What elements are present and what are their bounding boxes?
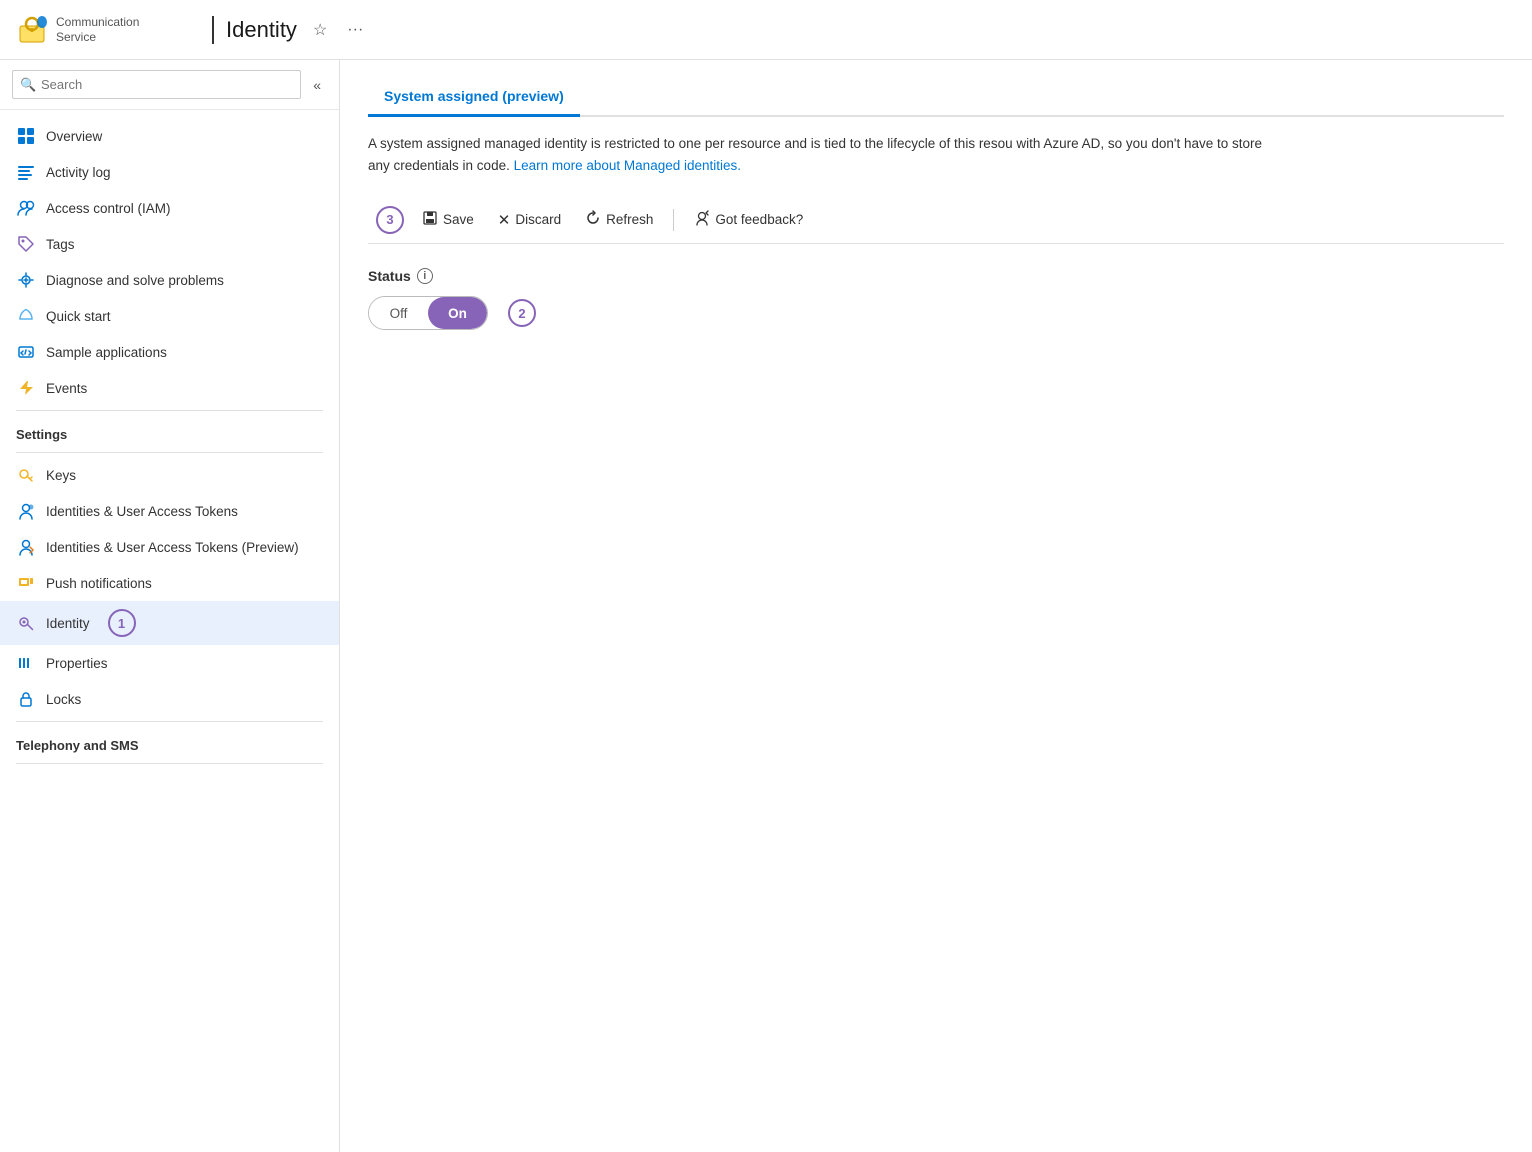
quick-start-label: Quick start — [46, 309, 111, 324]
overview-icon — [16, 126, 36, 146]
toggle-on-option[interactable]: On — [428, 297, 487, 329]
discard-button[interactable]: ✕ Discard — [488, 205, 571, 235]
sidebar-item-properties[interactable]: Properties — [0, 645, 339, 681]
sidebar-item-tags[interactable]: Tags — [0, 226, 339, 262]
settings-section-label: Settings — [0, 415, 339, 448]
overview-label: Overview — [46, 129, 102, 144]
status-toggle[interactable]: Off On — [368, 296, 488, 330]
sidebar-nav: Overview Activity log — [0, 110, 339, 1152]
identities-tokens-label: Identities & User Access Tokens — [46, 504, 238, 519]
status-info-icon: i — [417, 268, 433, 284]
telephony-divider — [16, 721, 323, 722]
settings-divider2 — [16, 452, 323, 453]
save-button[interactable]: Save — [412, 204, 484, 235]
status-label: Status — [368, 268, 411, 284]
diagnose-icon — [16, 270, 36, 290]
description-content: A system assigned managed identity is re… — [368, 136, 1262, 173]
sidebar-item-push-notifications[interactable]: Push notifications — [0, 565, 339, 601]
collapse-sidebar-button[interactable]: « — [307, 73, 327, 97]
toggle-off-option[interactable]: Off — [369, 297, 428, 329]
sidebar-item-sample-apps[interactable]: Sample applications — [0, 334, 339, 370]
search-input[interactable] — [12, 70, 301, 99]
step3-badge: 3 — [376, 206, 404, 234]
tabs: System assigned (preview) — [368, 80, 1504, 117]
service-icon — [16, 14, 48, 46]
push-notifications-label: Push notifications — [46, 576, 152, 591]
content-area: System assigned (preview) A system assig… — [340, 60, 1532, 1152]
events-label: Events — [46, 381, 87, 396]
header-actions: ☆ ··· — [309, 16, 367, 44]
telephony-section-label: Telephony and SMS — [0, 726, 339, 759]
sidebar-item-activity-log[interactable]: Activity log — [0, 154, 339, 190]
sidebar-item-quick-start[interactable]: Quick start — [0, 298, 339, 334]
locks-icon — [16, 689, 36, 709]
feedback-button[interactable]: Got feedback? — [684, 204, 813, 235]
identities-tokens-icon — [16, 501, 36, 521]
status-label-row: Status i — [368, 268, 1504, 284]
sidebar-item-locks[interactable]: Locks — [0, 681, 339, 717]
sidebar-item-diagnose[interactable]: Diagnose and solve problems — [0, 262, 339, 298]
telephony-divider2 — [16, 763, 323, 764]
sample-apps-icon — [16, 342, 36, 362]
sidebar: 🔍 « Overview — [0, 60, 340, 1152]
feedback-icon — [694, 210, 710, 229]
identities-tokens-preview-icon — [16, 537, 36, 557]
sidebar-item-identities-tokens-preview[interactable]: Identities & User Access Tokens (Preview… — [0, 529, 339, 565]
sidebar-item-events[interactable]: Events — [0, 370, 339, 406]
sample-apps-label: Sample applications — [46, 345, 167, 360]
save-icon — [422, 210, 438, 229]
tags-label: Tags — [46, 237, 75, 252]
header-logo: Communication Service — [16, 14, 176, 46]
page-title: Identity — [226, 17, 297, 43]
toolbar-separator — [673, 209, 674, 231]
quick-start-icon — [16, 306, 36, 326]
sidebar-item-overview[interactable]: Overview — [0, 118, 339, 154]
feedback-label: Got feedback? — [715, 212, 803, 227]
events-icon — [16, 378, 36, 398]
tab-system-assigned[interactable]: System assigned (preview) — [368, 80, 580, 117]
sidebar-item-access-control[interactable]: Access control (IAM) — [0, 190, 339, 226]
push-notifications-icon — [16, 573, 36, 593]
refresh-label: Refresh — [606, 212, 653, 227]
favorite-button[interactable]: ☆ — [309, 16, 331, 44]
diagnose-label: Diagnose and solve problems — [46, 273, 224, 288]
service-name-label: Communication Service — [56, 15, 176, 44]
status-section: Status i Off On 2 — [368, 268, 1504, 330]
step1-badge: 1 — [108, 609, 136, 637]
discard-label: Discard — [515, 212, 561, 227]
discard-icon: ✕ — [498, 211, 511, 229]
description-text: A system assigned managed identity is re… — [368, 133, 1268, 176]
header-divider — [212, 16, 214, 44]
access-control-label: Access control (IAM) — [46, 201, 171, 216]
identity-label: Identity — [46, 616, 90, 631]
top-header: Communication Service Identity ☆ ··· — [0, 0, 1532, 60]
tags-icon — [16, 234, 36, 254]
step2-badge: 2 — [508, 299, 536, 327]
properties-icon — [16, 653, 36, 673]
sidebar-search: 🔍 « — [0, 60, 339, 110]
locks-label: Locks — [46, 692, 81, 707]
activity-log-icon — [16, 162, 36, 182]
sidebar-item-identity[interactable]: Identity 1 — [0, 601, 339, 645]
main-layout: 🔍 « Overview — [0, 60, 1532, 1152]
save-label: Save — [443, 212, 474, 227]
refresh-icon — [585, 210, 601, 229]
sidebar-item-keys[interactable]: Keys — [0, 457, 339, 493]
learn-more-link[interactable]: Learn more about Managed identities. — [514, 158, 741, 173]
settings-divider — [16, 410, 323, 411]
keys-label: Keys — [46, 468, 76, 483]
search-icon: 🔍 — [20, 77, 36, 93]
toolbar: 3 Save ✕ Discard — [368, 196, 1504, 244]
keys-icon — [16, 465, 36, 485]
access-control-icon — [16, 198, 36, 218]
sidebar-item-identities-tokens[interactable]: Identities & User Access Tokens — [0, 493, 339, 529]
activity-log-label: Activity log — [46, 165, 111, 180]
identities-tokens-preview-label: Identities & User Access Tokens (Preview… — [46, 540, 299, 555]
more-options-button[interactable]: ··· — [343, 17, 367, 43]
properties-label: Properties — [46, 656, 108, 671]
refresh-button[interactable]: Refresh — [575, 204, 663, 235]
identity-icon — [16, 613, 36, 633]
